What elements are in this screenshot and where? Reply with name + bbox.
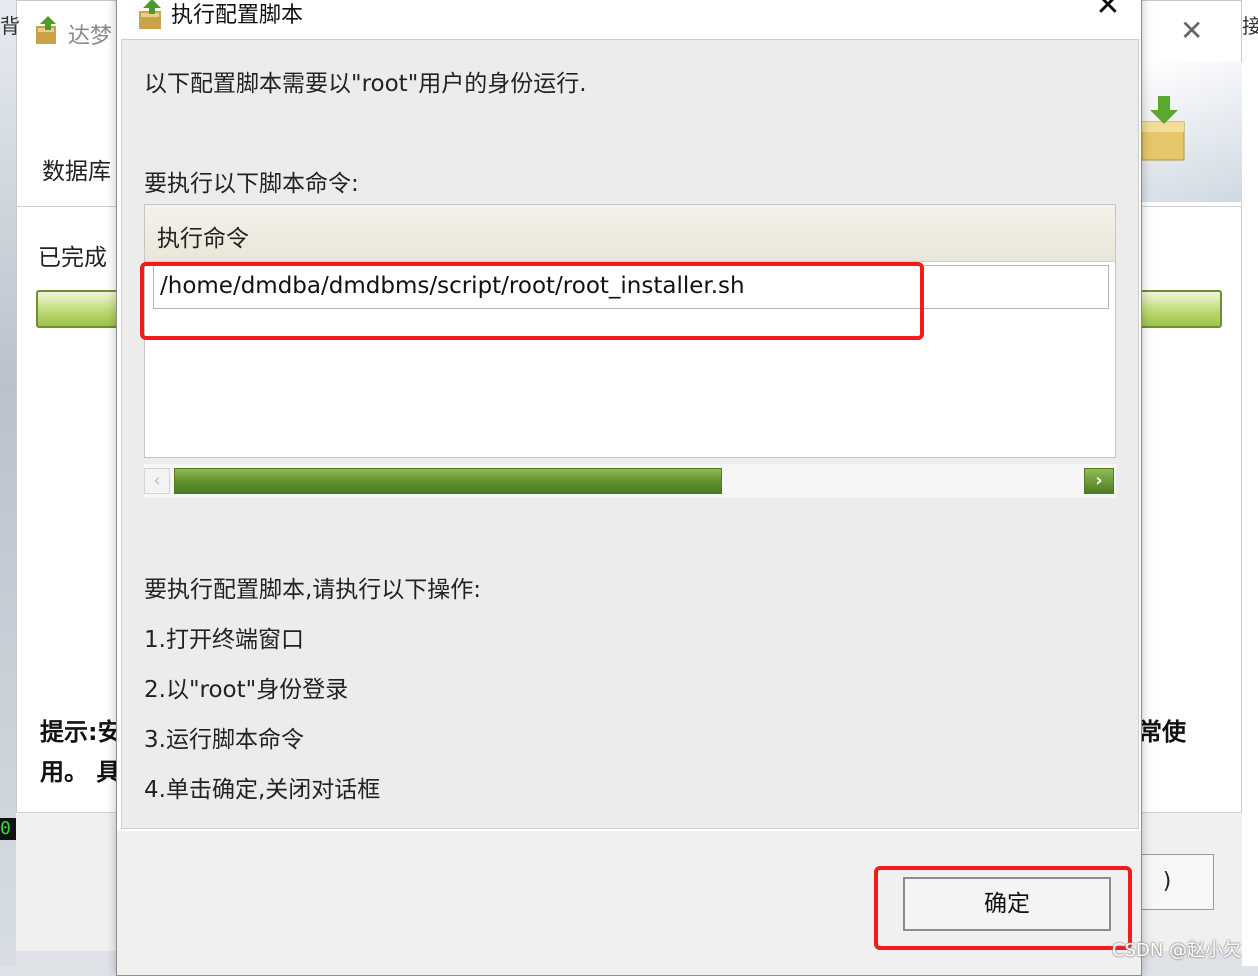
installer-box-icon [1141, 96, 1185, 161]
config-script-dialog: 执行配置脚本 ✕ 以下配置脚本需要以"root"用户的身份运行. 要执行以下脚本… [116, 0, 1142, 976]
watermark: CSDN @赵小欠 [1112, 940, 1242, 961]
background-window-title: 达梦 [68, 24, 113, 49]
dialog-titlebar: 执行配置脚本 ✕ [117, 0, 1141, 41]
installer-icon [139, 0, 161, 29]
right-edge-text: 接 [1242, 14, 1258, 38]
desktop-right-edge [1242, 0, 1258, 966]
installer-icon [36, 16, 56, 44]
dialog-footer: 确定 [117, 831, 1141, 975]
instructions-title: 要执行配置脚本,请执行以下操作: [144, 577, 482, 603]
step-2: 2.以"root"身份登录 [144, 677, 349, 703]
step-3: 3.运行脚本命令 [144, 727, 304, 753]
dialog-content: 以下配置脚本需要以"root"用户的身份运行. 要执行以下脚本命令: 执行命令 … [121, 39, 1139, 829]
dialog-title: 执行配置脚本 [171, 3, 304, 28]
close-icon[interactable]: ✕ [1093, 0, 1123, 25]
background-close-icon[interactable]: ✕ [1180, 14, 1203, 47]
step-1: 1.打开终端窗口 [144, 627, 304, 653]
scroll-right-arrow-icon[interactable]: › [1084, 468, 1114, 494]
hint-text-line2: 用。 具 [40, 758, 121, 786]
command-cell[interactable]: /home/dmdba/dmdbms/script/root/root_inst… [160, 273, 745, 299]
command-table: 执行命令 /home/dmdba/dmdbms/script/root/root… [144, 204, 1116, 458]
completed-label: 已完成 [38, 245, 107, 271]
hint-text-line1: 提示:安 [40, 718, 122, 746]
horizontal-scrollbar[interactable]: ‹ › [144, 464, 1116, 498]
left-edge-text: 背 [0, 14, 20, 38]
column-header-command: 执行命令 [157, 226, 249, 252]
step-4: 4.单击确定,关闭对话框 [144, 777, 381, 803]
intro-text: 以下配置脚本需要以"root"用户的身份运行. [144, 71, 587, 97]
commands-label: 要执行以下脚本命令: [144, 171, 359, 197]
scroll-thumb[interactable] [174, 468, 722, 494]
table-header: 执行命令 [145, 205, 1115, 262]
hint-text-right: 常使 [1138, 718, 1186, 746]
database-label: 数据库 [42, 159, 111, 185]
table-row[interactable]: /home/dmdba/dmdbms/script/root/root_inst… [153, 265, 1109, 309]
terminal-fragment: 0 [0, 818, 16, 840]
ok-button[interactable]: 确定 [903, 877, 1111, 931]
scroll-left-arrow-icon[interactable]: ‹ [144, 468, 170, 494]
